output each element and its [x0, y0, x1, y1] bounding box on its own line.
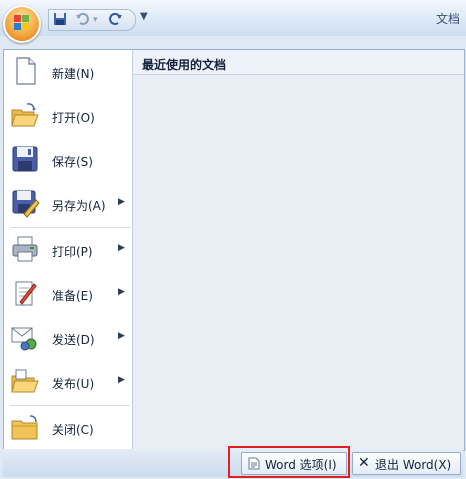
submenu-arrow-icon: ▶	[118, 375, 125, 385]
printer-icon	[12, 236, 38, 262]
recent-documents-title: 最近使用的文档	[142, 58, 227, 72]
menu-label: 新建(N)	[52, 67, 95, 81]
office-logo-icon	[14, 15, 30, 31]
undo-icon[interactable]	[75, 12, 89, 30]
menu-label: 关闭(C)	[52, 423, 94, 437]
menu-commands: 新建(N) 打开(O) 保存(S) 另存为(A) ▶ 打印(P) ▶ 准备(E)…	[4, 50, 133, 450]
floppy-disk-icon	[12, 146, 38, 172]
menu-label: 准备(E)	[52, 289, 93, 303]
open-folder-icon	[11, 103, 39, 127]
menu-label: 打印(P)	[52, 245, 93, 259]
submenu-arrow-icon: ▶	[118, 287, 125, 297]
close-folder-icon	[11, 415, 38, 440]
save-as-icon	[12, 190, 40, 218]
recent-documents-panel: 最近使用的文档	[133, 50, 464, 450]
submenu-arrow-icon: ▶	[118, 197, 125, 207]
exit-word-button[interactable]: ✕ 退出 Word(X)	[352, 452, 461, 475]
menu-item-save[interactable]: 保存(S)	[4, 139, 132, 183]
recent-documents-header: 最近使用的文档	[133, 50, 464, 75]
highlight-box	[228, 446, 350, 478]
menu-item-send[interactable]: 发送(D) ▶	[4, 317, 132, 361]
menu-item-prepare[interactable]: 准备(E) ▶	[4, 273, 132, 317]
send-icon	[11, 327, 37, 351]
redo-icon[interactable]	[109, 12, 123, 30]
exit-word-label: 退出 Word(X)	[375, 458, 452, 472]
menu-label: 另存为(A)	[52, 199, 106, 213]
menu-label: 打开(O)	[52, 111, 95, 125]
menu-item-publish[interactable]: 发布(U) ▶	[4, 361, 132, 405]
menu-label: 发布(U)	[52, 377, 95, 391]
menu-item-save-as[interactable]: 另存为(A) ▶	[4, 183, 132, 227]
menu-item-print[interactable]: 打印(P) ▶	[4, 229, 132, 273]
publish-icon	[11, 369, 39, 393]
title-bar: ▾ ▼ 文档	[0, 0, 466, 36]
new-document-icon	[16, 57, 36, 85]
document-title: 文档	[435, 12, 460, 26]
menu-label: 发送(D)	[52, 333, 95, 347]
menu-label: 保存(S)	[52, 155, 93, 169]
office-button[interactable]	[3, 5, 41, 43]
menu-separator	[10, 405, 130, 406]
customize-qat-icon[interactable]: ▼	[140, 11, 148, 22]
undo-dropdown-icon[interactable]: ▾	[93, 15, 98, 25]
menu-item-close[interactable]: 关闭(C)	[4, 407, 132, 451]
save-icon[interactable]	[53, 12, 67, 30]
menu-item-new[interactable]: 新建(N)	[4, 51, 132, 95]
menu-separator	[10, 227, 130, 228]
office-menu: 新建(N) 打开(O) 保存(S) 另存为(A) ▶ 打印(P) ▶ 准备(E)…	[3, 49, 465, 451]
menu-item-open[interactable]: 打开(O)	[4, 95, 132, 139]
submenu-arrow-icon: ▶	[118, 243, 125, 253]
close-icon: ✕	[358, 455, 370, 471]
prepare-icon	[15, 281, 37, 306]
submenu-arrow-icon: ▶	[118, 331, 125, 341]
quick-access-toolbar: ▾	[48, 9, 136, 31]
